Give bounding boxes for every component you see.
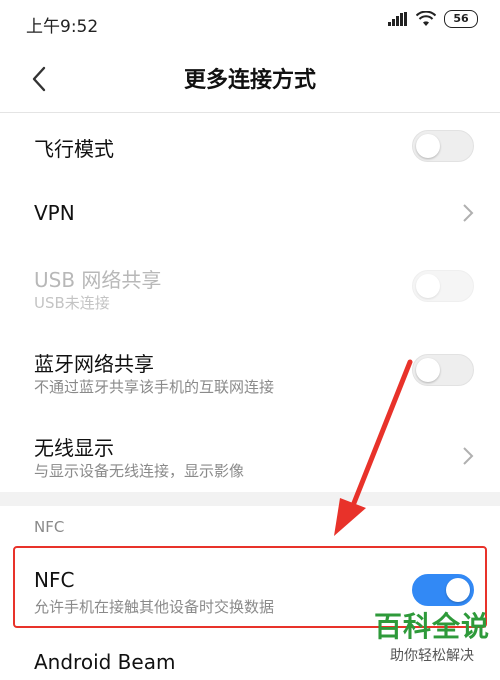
watermark-title: 百科全说	[373, 610, 490, 643]
annotation-arrow	[334, 359, 413, 536]
watermark-logo: 百科全说 助你轻松解决	[374, 605, 490, 665]
watermark-subtitle: 助你轻松解决	[389, 648, 474, 664]
